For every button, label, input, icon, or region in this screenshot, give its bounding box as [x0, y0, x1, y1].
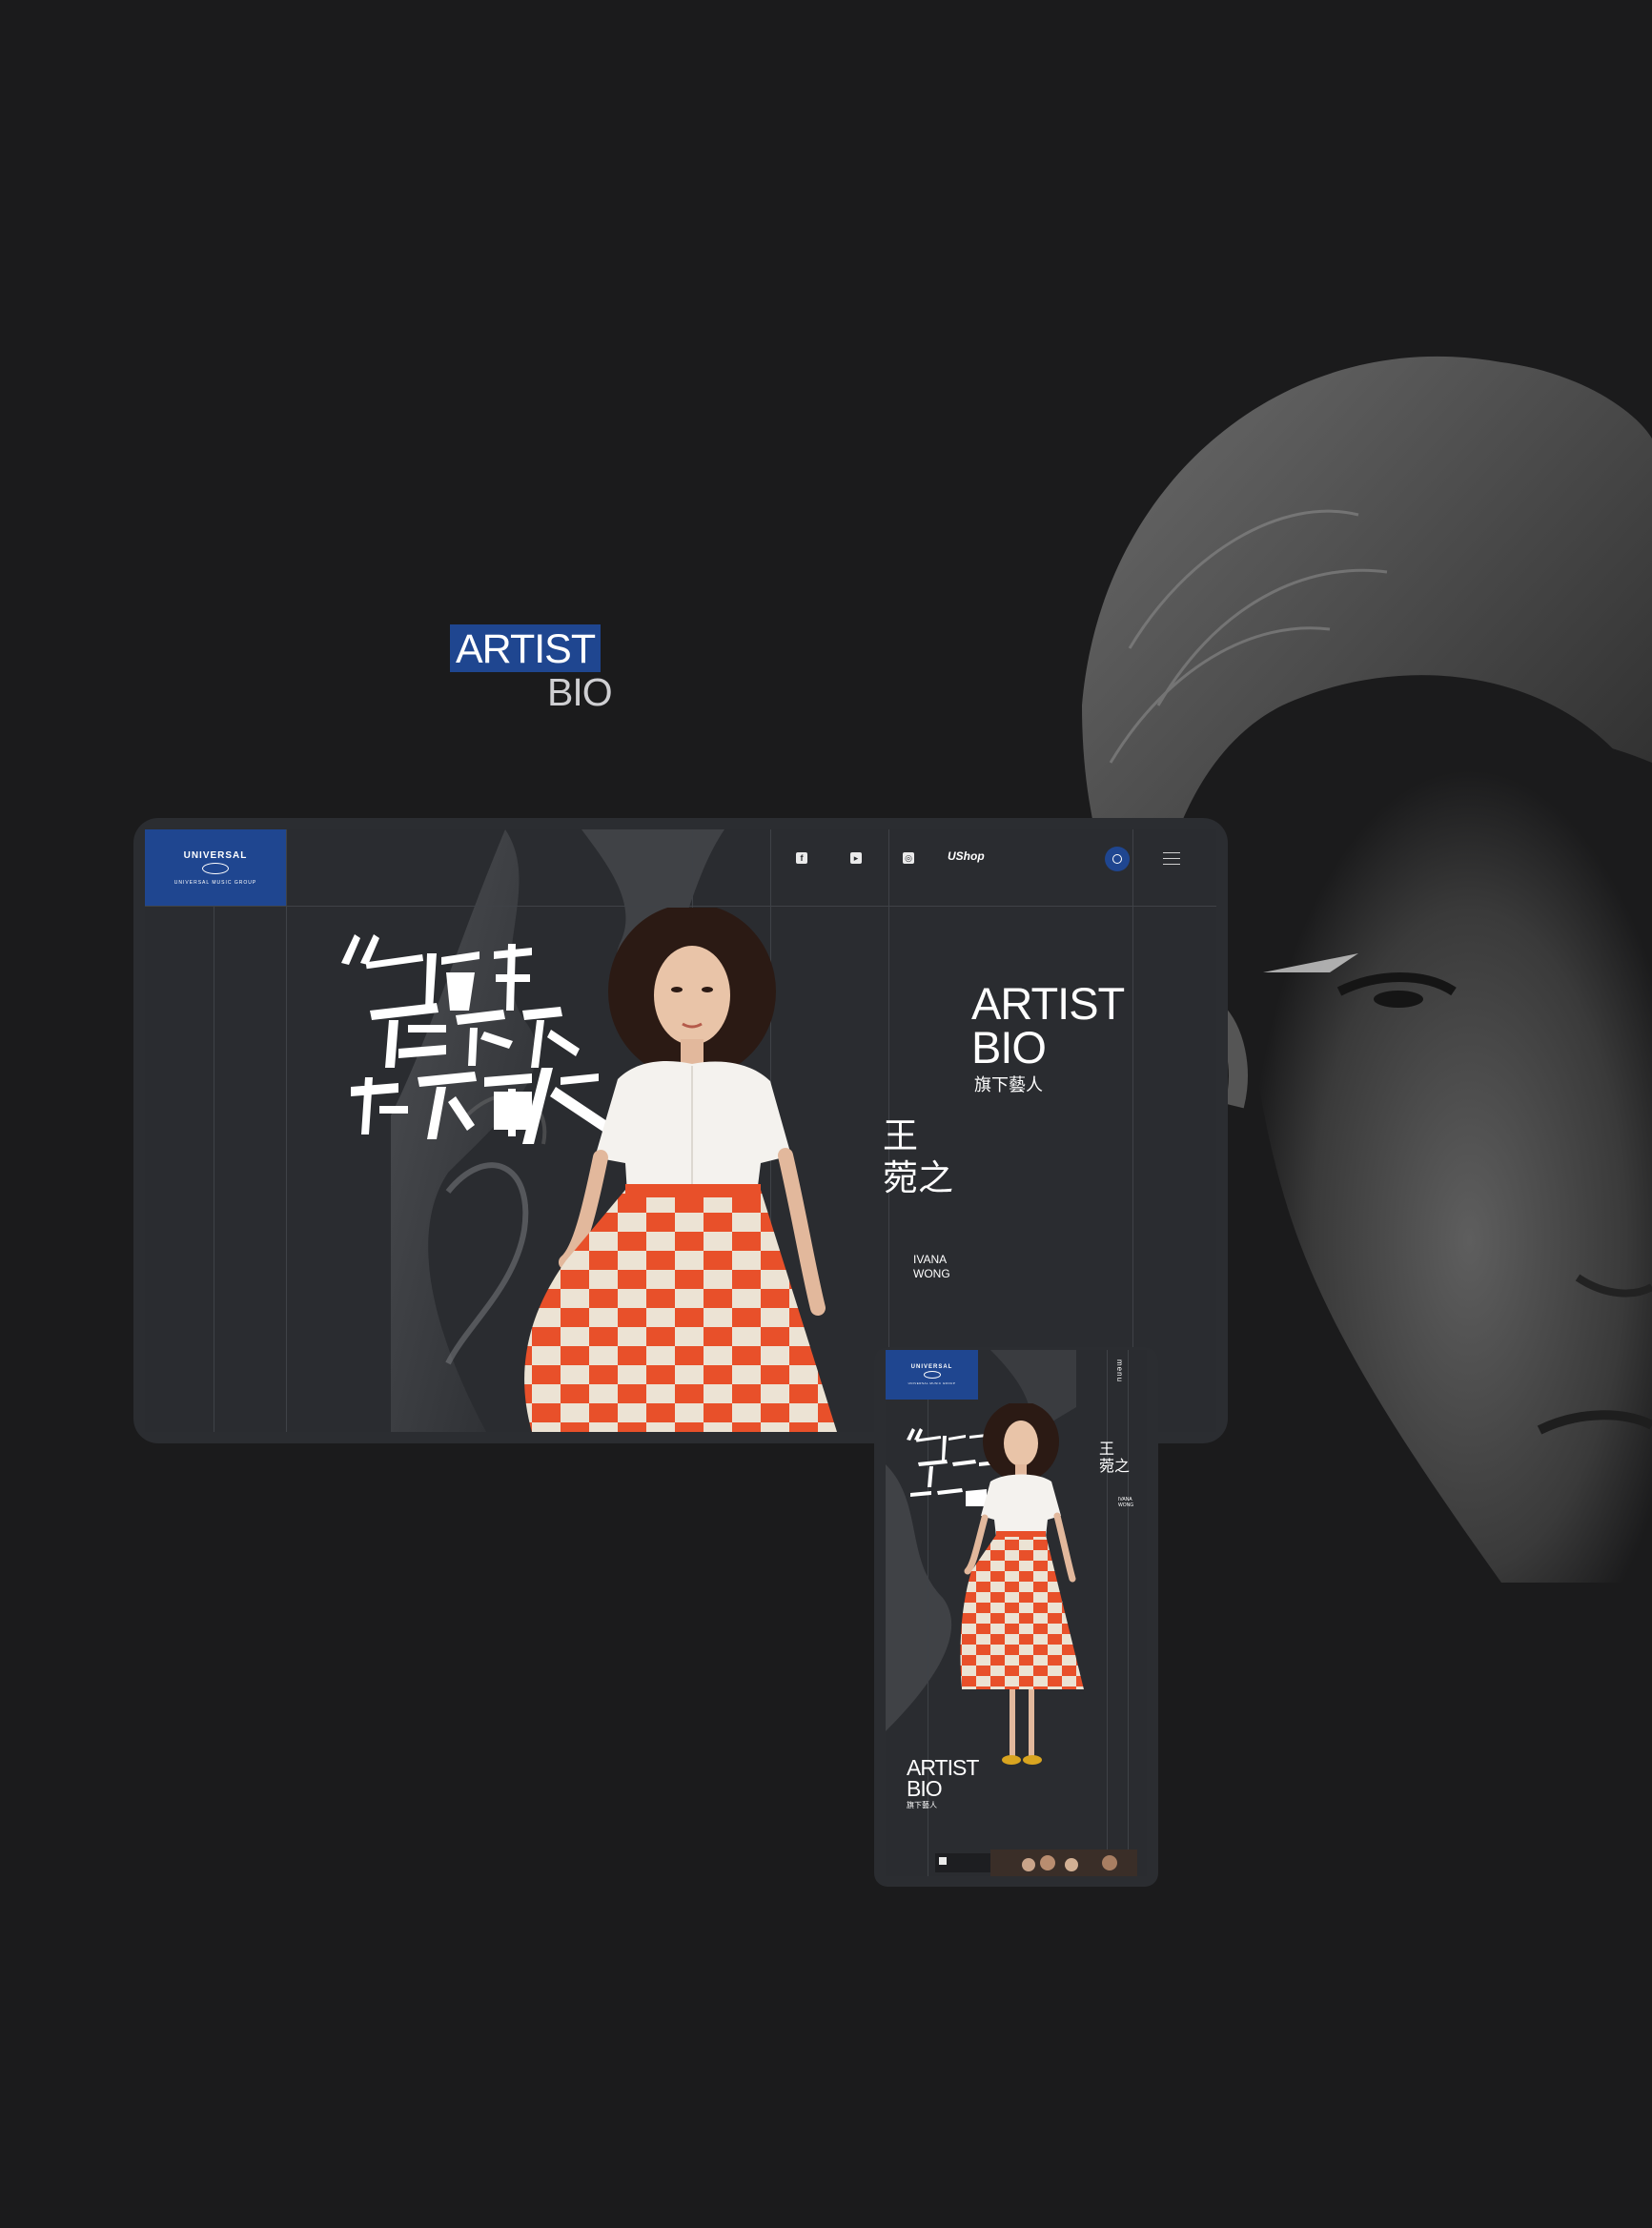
mobile-bottom-strip	[886, 1848, 1147, 1876]
mobile-screen: UNIVERSAL UNIVERSAL MUSIC GROUP menu 王 菀…	[886, 1350, 1147, 1876]
section-subtitle: 旗下藝人	[974, 1075, 1043, 1094]
artist-name-zh-line2: 菀之	[883, 1158, 953, 1197]
mobile-menu-button[interactable]: menu	[1115, 1359, 1124, 1382]
mobile-universal-logo[interactable]: UNIVERSAL UNIVERSAL MUSIC GROUP	[886, 1350, 978, 1400]
mobile-artist-name-zh-line1: 王	[1099, 1441, 1115, 1458]
page-title-line1: ARTIST	[450, 624, 602, 672]
section-title: ARTIST BIO	[971, 978, 1125, 1073]
artist-name-en-line2: WONG	[913, 1267, 950, 1280]
artist-name-en-line1: IVANA	[913, 1253, 948, 1266]
mobile-logo-sub: UNIVERSAL MUSIC GROUP	[908, 1381, 956, 1385]
mobile-artist-name-en: IVANA WONG	[1118, 1497, 1147, 1508]
page-title-line2: BIO	[547, 670, 613, 714]
hamburger-menu-icon[interactable]	[1163, 852, 1180, 866]
instagram-icon[interactable]: ◎	[903, 852, 914, 864]
mobile-artist-name-zh: 王 菀之	[1099, 1441, 1137, 1476]
mobile-logo-brand: UNIVERSAL	[910, 1364, 953, 1370]
mobile-artist-photo	[933, 1401, 1105, 1811]
ushop-link[interactable]: UShop	[948, 849, 985, 863]
search-icon	[1112, 854, 1122, 864]
mobile-facebook-icon	[939, 1857, 947, 1865]
page-title: ARTIST BIO	[450, 624, 613, 714]
section-title-line1: ARTIST	[971, 978, 1125, 1029]
artist-photo	[475, 904, 846, 1432]
facebook-icon[interactable]: f	[796, 852, 807, 864]
mobile-artist-name-zh-line2: 菀之	[1099, 1459, 1131, 1475]
search-button[interactable]	[1105, 847, 1130, 871]
logo-sub: UNIVERSAL MUSIC GROUP	[173, 879, 257, 886]
youtube-icon[interactable]: ▸	[850, 852, 862, 864]
artist-name-zh-line1: 王	[883, 1116, 918, 1155]
mobile-artist-name-en-line2: WONG	[1118, 1502, 1134, 1508]
mobile-mockup: UNIVERSAL UNIVERSAL MUSIC GROUP menu 王 菀…	[874, 1347, 1158, 1887]
mobile-section-subtitle: 旗下藝人	[907, 1801, 937, 1809]
section-title-line2: BIO	[971, 1022, 1047, 1073]
artist-name-en: IVANA WONG	[913, 1253, 970, 1281]
mobile-section-title-line2: BIO	[907, 1776, 943, 1801]
top-nav: f ▸ ◎	[145, 852, 1216, 871]
mobile-globe-icon	[923, 1371, 941, 1379]
mobile-section-title: ARTIST BIO	[907, 1755, 979, 1801]
artist-name-zh: 王 菀之	[883, 1115, 978, 1199]
desktop-screen: UNIVERSAL UNIVERSAL MUSIC GROUP f ▸ ◎ US…	[145, 829, 1216, 1432]
mobile-section-title-line1: ARTIST	[907, 1755, 979, 1780]
